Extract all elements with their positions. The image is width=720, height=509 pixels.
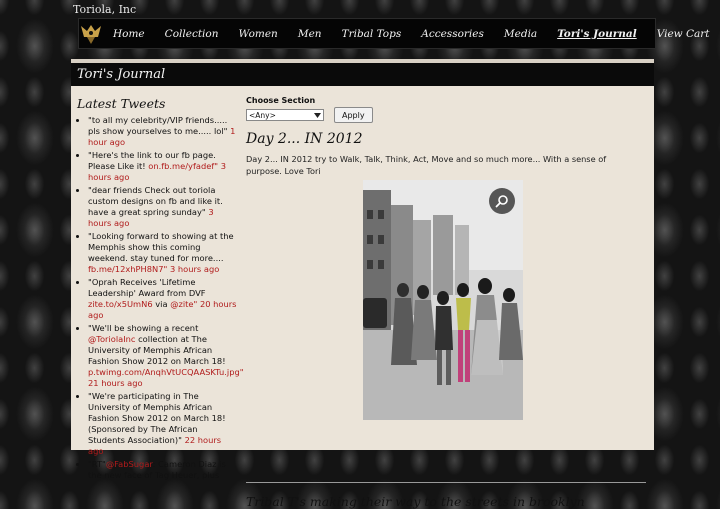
tweet-list: "to all my celebrity/VIP friends..... pl…: [77, 115, 244, 481]
page-title-bar: Tori's Journal: [71, 59, 654, 86]
nav-men[interactable]: Men: [288, 28, 332, 40]
toriola-logo-icon: [81, 24, 101, 44]
tweets-heading: Latest Tweets: [77, 96, 166, 111]
content-panel: Tori's Journal Latest Tweets "to all my …: [71, 59, 654, 509]
street-photo: [363, 180, 523, 420]
tweet-text: "dear friends Check out toriola custom d…: [88, 185, 223, 217]
nav-women[interactable]: Women: [228, 28, 287, 40]
tweet-link[interactable]: zite.to/x5UmN6: [88, 299, 153, 309]
apply-button[interactable]: Apply: [334, 107, 373, 123]
tweet-text: "RT": [88, 459, 106, 469]
tweet-mention[interactable]: @zite": [170, 299, 197, 309]
tweet-item: "dear friends Check out toriola custom d…: [88, 185, 237, 229]
post-body: Day 2... IN 2012 try to Walk, Talk, Thin…: [246, 154, 607, 176]
tweet-item: "Here's the link to our fb page. Please …: [88, 150, 237, 183]
tweet-text: "Looking forward to showing at the Memph…: [88, 231, 234, 263]
tweet-text: "Oprah Receives 'Lifetime Leadership' Aw…: [88, 277, 206, 298]
chevron-down-icon: [314, 112, 321, 118]
tweet-text: "We'll be showing a recent: [88, 323, 199, 333]
tweet-link[interactable]: fb.me/12xhPH8N7": [88, 264, 167, 274]
nav-toris-journal[interactable]: Tori's Journal: [547, 28, 646, 40]
post-title-2[interactable]: Tribal T's making their way to the stree…: [246, 494, 585, 509]
nav-home[interactable]: Home: [103, 28, 155, 40]
post-photo[interactable]: [363, 180, 523, 420]
nav-view-cart[interactable]: View Cart: [647, 28, 720, 40]
logo[interactable]: [79, 19, 103, 48]
nav-accessories[interactable]: Accessories: [411, 28, 494, 40]
tweet-item: "RT"@FabSugar: Cameron Diaz is the new f…: [88, 459, 237, 481]
magnifier-icon: [495, 195, 508, 208]
zoom-button[interactable]: [489, 188, 515, 214]
tweet-item: "Oprah Receives 'Lifetime Leadership' Aw…: [88, 277, 237, 321]
tweet-item: "We're participating in The University o…: [88, 391, 237, 457]
tweet-link[interactable]: p.twimg.com/AnqhVtUCQAASKTu.jpg": [88, 367, 244, 377]
site-name: Toriola, Inc: [73, 3, 137, 16]
tweet-link[interactable]: on.fb.me/yfadef": [148, 161, 218, 171]
tweet-text-via: via: [152, 299, 171, 309]
tweet-item: "Looking forward to showing at the Memph…: [88, 231, 237, 275]
nav-tribal-tops[interactable]: Tribal Tops: [332, 28, 412, 40]
tweet-time[interactable]: 3 hours ago: [170, 264, 219, 274]
post-divider: [246, 482, 646, 483]
journal-main: Choose Section <Any> Apply Day 2... IN 2…: [246, 96, 646, 177]
nav-collection[interactable]: Collection: [155, 28, 229, 40]
tweet-mention[interactable]: @FabSugar: [106, 459, 153, 469]
choose-section-label: Choose Section: [246, 96, 316, 105]
section-select-value: <Any>: [249, 110, 276, 120]
nav-media[interactable]: Media: [494, 28, 547, 40]
tweet-mention[interactable]: @ToriolaInc: [88, 334, 135, 344]
section-filter: <Any> Apply: [246, 107, 646, 123]
post-title[interactable]: Day 2... IN 2012: [246, 131, 646, 147]
main-navigation: Home Collection Women Men Tribal Tops Ac…: [78, 18, 710, 49]
tweet-item: "We'll be showing a recent @ToriolaInc c…: [88, 323, 244, 389]
latest-tweets: Latest Tweets "to all my celebrity/VIP f…: [77, 96, 244, 483]
tweet-time[interactable]: 21 hours ago: [88, 378, 143, 388]
section-select[interactable]: <Any>: [246, 109, 324, 121]
tweet-text: "to all my celebrity/VIP friends..... pl…: [88, 115, 228, 136]
page-title: Tori's Journal: [77, 67, 166, 82]
tweet-item: "to all my celebrity/VIP friends..... pl…: [88, 115, 237, 148]
